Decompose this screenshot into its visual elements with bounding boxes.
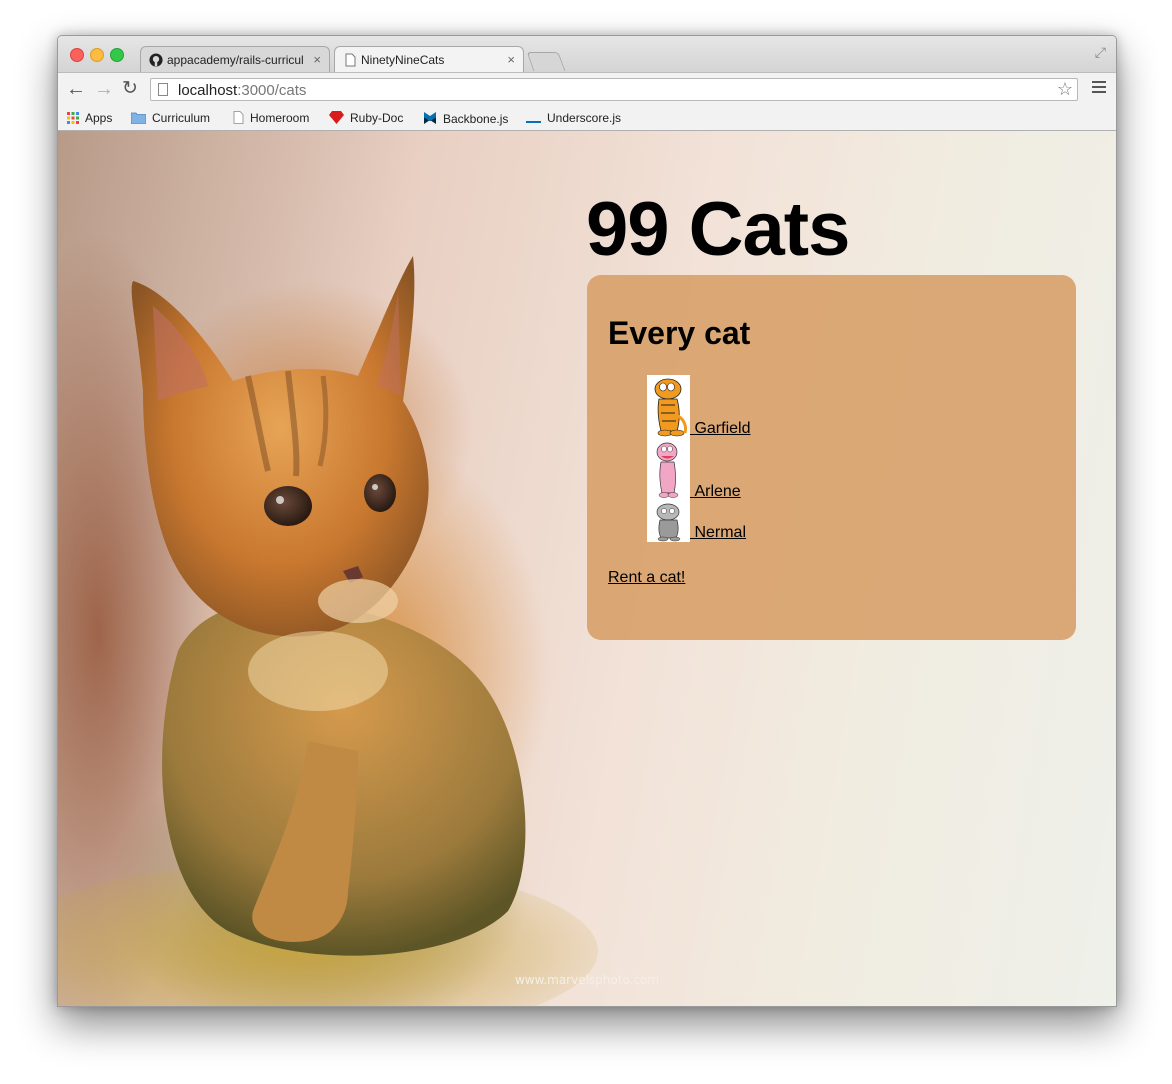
- folder-icon: [131, 112, 146, 124]
- url-text: localhost:3000/cats: [178, 82, 307, 99]
- page-icon: [345, 53, 356, 67]
- new-tab-button[interactable]: [526, 52, 566, 71]
- github-icon: [149, 53, 163, 67]
- list-item: Garfield: [647, 375, 750, 438]
- list-item: Arlene: [647, 438, 750, 501]
- page-icon: [158, 83, 168, 96]
- close-tab-icon[interactable]: ×: [313, 52, 321, 67]
- cat-link-nermal[interactable]: Nermal: [647, 501, 746, 542]
- back-arrow-icon[interactable]: ←: [66, 77, 86, 101]
- nermal-thumbnail: [647, 501, 690, 542]
- tab-title: NinetyNineCats: [361, 53, 445, 67]
- arlene-thumbnail: [647, 438, 690, 501]
- underscore-icon: [526, 121, 541, 123]
- browser-window: appacademy/rails-curricul × NinetyNineCa…: [57, 35, 1117, 1007]
- page-title: 99 Cats: [586, 187, 850, 272]
- menu-icon[interactable]: [1092, 81, 1106, 95]
- cat-list: Garfield Arlene Nermal: [647, 375, 750, 542]
- zoom-window-button[interactable]: [110, 48, 124, 62]
- bookmark-underscore[interactable]: Underscore.js: [526, 111, 621, 125]
- tab-strip: appacademy/rails-curricul × NinetyNineCa…: [58, 36, 1116, 72]
- apps-grid-icon: [67, 112, 79, 124]
- rent-a-cat-link[interactable]: Rent a cat!: [608, 569, 685, 587]
- tab-github[interactable]: appacademy/rails-curricul ×: [140, 46, 330, 72]
- tab-ninetyninecats[interactable]: NinetyNineCats ×: [334, 46, 524, 72]
- minimize-window-button[interactable]: [90, 48, 104, 62]
- cat-link-arlene[interactable]: Arlene: [647, 438, 741, 501]
- address-bar[interactable]: localhost:3000/cats ☆: [150, 78, 1078, 101]
- page-content: www.marvelsphoto.com 99 Cats Every cat G…: [58, 131, 1116, 1006]
- forward-arrow-icon[interactable]: →: [94, 77, 114, 101]
- cat-name: Arlene: [690, 483, 741, 500]
- close-tab-icon[interactable]: ×: [507, 52, 515, 67]
- reload-icon[interactable]: ↻: [122, 77, 138, 101]
- bookmark-backbone[interactable]: Backbone.js: [423, 111, 508, 126]
- tab-title: appacademy/rails-curricul: [167, 53, 304, 67]
- backbone-icon: [424, 112, 436, 124]
- bookmark-apps[interactable]: Apps: [67, 111, 112, 125]
- list-item: Nermal: [647, 501, 750, 542]
- cat-name: Garfield: [690, 420, 751, 437]
- fullscreen-icon[interactable]: ⤢: [1095, 44, 1106, 61]
- garfield-thumbnail: [647, 375, 690, 438]
- browser-toolbar: ← → ↻ localhost:3000/cats ☆: [58, 72, 1116, 107]
- bookmark-ruby-doc[interactable]: Ruby-Doc: [329, 111, 403, 125]
- cat-link-garfield[interactable]: Garfield: [647, 375, 750, 438]
- close-window-button[interactable]: [70, 48, 84, 62]
- bookmark-curriculum[interactable]: Curriculum: [131, 111, 210, 125]
- bookmarks-bar: Apps Curriculum Homeroom Ruby-Doc Backbo…: [58, 106, 1116, 131]
- cats-panel: Every cat Garfield Arlene Nermal Rent a …: [587, 275, 1076, 640]
- bookmark-homeroom[interactable]: Homeroom: [233, 111, 309, 125]
- photo-watermark: www.marvelsphoto.com: [514, 973, 660, 987]
- page-icon: [233, 111, 244, 124]
- ruby-icon: [329, 111, 344, 124]
- bookmark-star-icon[interactable]: ☆: [1057, 79, 1073, 100]
- cat-name: Nermal: [690, 524, 747, 541]
- panel-title: Every cat: [608, 315, 751, 351]
